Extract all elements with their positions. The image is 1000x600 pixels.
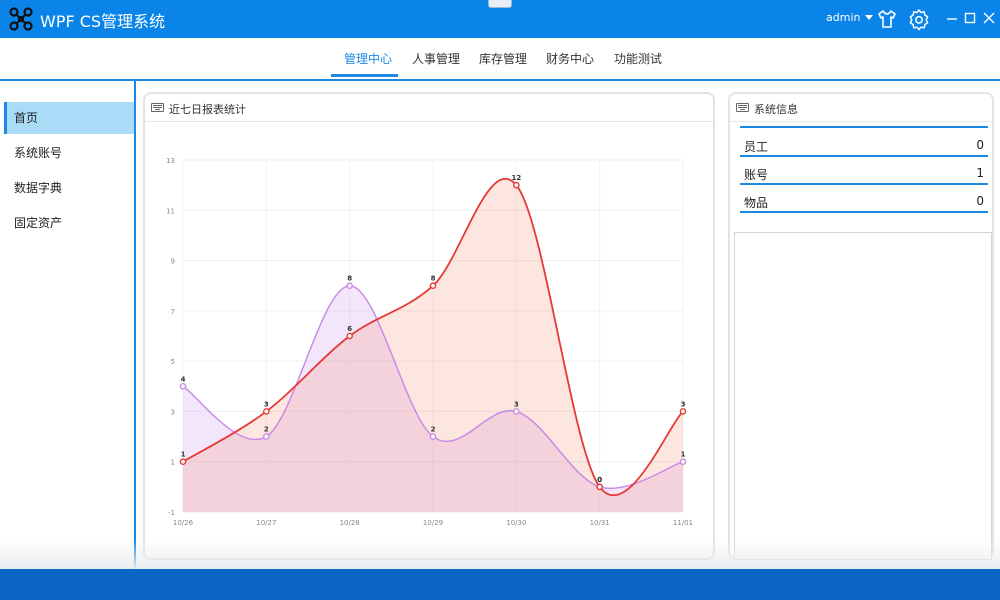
series-b-data-label: 3 xyxy=(264,400,269,408)
active-tab-indicator xyxy=(331,74,398,77)
title-bar: WPF CS管理系统 admin xyxy=(0,0,1000,38)
tshirt-icon[interactable] xyxy=(875,7,899,31)
tab-feature-test[interactable]: 功能测试 xyxy=(614,50,662,67)
series-b-data-label: 1 xyxy=(181,451,186,459)
info-top-divider xyxy=(740,126,988,128)
system-info-header: 系统信息 xyxy=(730,94,992,122)
series-b-point xyxy=(263,408,270,415)
x-tick-label: 10/31 xyxy=(590,519,610,527)
x-tick-label: 10/29 xyxy=(423,519,443,527)
x-tick-label: 11/01 xyxy=(673,519,693,527)
bottom-shadow xyxy=(0,540,1000,570)
sidebar-item-home[interactable]: 首页 xyxy=(4,102,134,134)
sidebar-item-data-dictionary[interactable]: 数据字典 xyxy=(4,172,134,204)
drone-icon xyxy=(9,7,33,31)
series-b-point xyxy=(179,458,187,466)
y-tick-label: 1 xyxy=(171,459,175,467)
series-b-data-label: 3 xyxy=(681,400,686,408)
tab-inventory[interactable]: 库存管理 xyxy=(479,50,527,67)
x-tick-label: 10/27 xyxy=(256,519,276,527)
info-row-employees: 员工 0 xyxy=(740,130,988,157)
minimize-icon[interactable] xyxy=(944,9,960,27)
series-a-data-label: 4 xyxy=(181,375,186,383)
series-b-point xyxy=(513,181,520,189)
series-a-point xyxy=(346,282,353,290)
system-info-title: 系统信息 xyxy=(754,103,798,116)
y-tick-label: 3 xyxy=(171,408,175,416)
report-panel: 近七日报表统计 -1 1 3 5 7 9 11 13 10/26 10/27 10/28 10/29 1… xyxy=(143,92,715,560)
y-tick-label: 13 xyxy=(166,157,175,165)
username: admin xyxy=(826,11,861,24)
series-a-point xyxy=(513,408,520,415)
y-tick-label: -1 xyxy=(168,509,175,517)
info-label: 员工 xyxy=(744,140,769,154)
top-nav: 管理中心 人事管理 库存管理 财务中心 功能测试 xyxy=(0,38,1000,80)
report-chart: -113579111310/26 10/27 10/28 10/29 10/30 10/3… xyxy=(166,157,693,527)
y-tick-label: 5 xyxy=(171,358,175,366)
series-b-data-label: 8 xyxy=(431,275,436,283)
series-b-data-label: 12 xyxy=(511,174,521,182)
series-b-data-label: 0 xyxy=(597,476,602,484)
info-value: 1 xyxy=(976,166,984,180)
series-a-data-label: 2 xyxy=(264,426,269,434)
info-row-accounts: 账号 1 xyxy=(740,158,988,185)
chevron-down-icon xyxy=(865,15,874,20)
series-b-data-label: 6 xyxy=(347,325,352,333)
series-b-point xyxy=(346,332,353,340)
series-a-point xyxy=(179,382,187,390)
nav-divider xyxy=(0,79,1000,81)
info-value: 0 xyxy=(976,194,984,208)
series-a-point xyxy=(429,433,437,440)
sidebar-item-fixed-assets[interactable]: 固定资产 xyxy=(4,207,134,239)
y-tick-label: 11 xyxy=(166,207,175,215)
info-row-items: 物品 0 xyxy=(740,186,988,213)
system-info-panel: 系统信息 员工 0 账号 1 物品 0 xyxy=(728,92,994,560)
close-icon[interactable] xyxy=(981,9,997,27)
tab-management-center[interactable]: 管理中心 xyxy=(344,50,392,67)
series-b-point xyxy=(429,282,437,290)
tab-finance[interactable]: 财务中心 xyxy=(546,50,594,67)
report-panel-header: 近七日报表统计 xyxy=(145,94,713,122)
info-label: 物品 xyxy=(744,196,769,210)
sidebar-item-system-accounts[interactable]: 系统账号 xyxy=(4,137,134,169)
tab-personnel[interactable]: 人事管理 xyxy=(412,50,460,67)
y-tick-label: 9 xyxy=(171,258,175,266)
series-a-point xyxy=(263,433,270,440)
gear-icon[interactable] xyxy=(907,7,931,31)
series-a-data-label: 1 xyxy=(681,451,686,459)
series-a-data-label: 2 xyxy=(431,426,436,434)
maximize-icon[interactable] xyxy=(962,9,978,27)
info-value: 0 xyxy=(976,138,984,152)
info-content-area xyxy=(734,232,992,560)
series-b-point xyxy=(679,408,687,415)
status-bar xyxy=(0,569,1000,600)
x-tick-label: 10/26 xyxy=(173,519,194,527)
user-menu[interactable]: admin xyxy=(826,11,874,24)
series-a-data-label: 3 xyxy=(514,400,519,408)
report-panel-title: 近七日报表统计 xyxy=(169,103,246,116)
sidebar: 首页 系统账号 数据字典 固定资产 xyxy=(0,81,136,569)
x-tick-label: 10/30 xyxy=(506,519,526,527)
drag-handle[interactable] xyxy=(488,0,512,8)
series-a-point xyxy=(679,458,687,466)
x-tick-label: 10/28 xyxy=(340,519,360,527)
keyboard-icon xyxy=(736,103,749,112)
app-title: WPF CS管理系统 xyxy=(40,12,166,31)
series-b-point xyxy=(596,483,603,491)
keyboard-icon xyxy=(151,103,164,112)
y-tick-label: 7 xyxy=(171,308,175,316)
series-a-data-label: 8 xyxy=(347,275,352,283)
info-label: 账号 xyxy=(744,168,769,182)
